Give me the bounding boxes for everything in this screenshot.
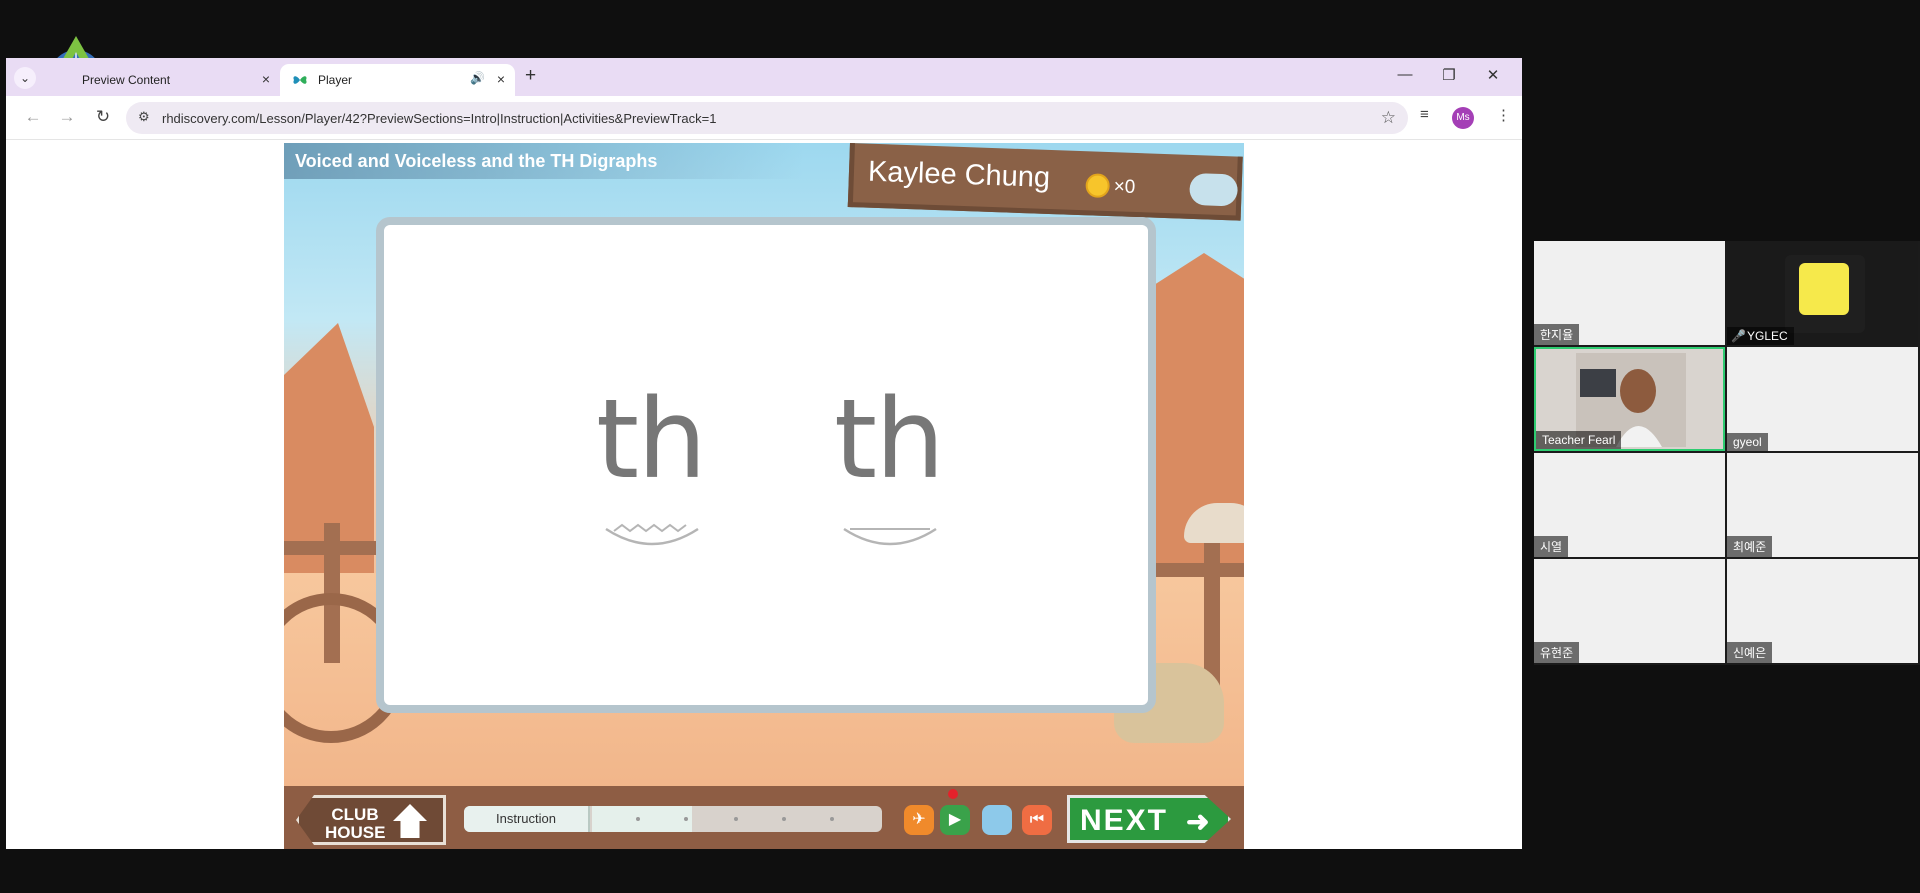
tab-title: Preview Content <box>82 73 171 87</box>
clubhouse-label: HOUSE <box>325 823 386 842</box>
tab-title: Player <box>318 73 353 87</box>
progress-section-label: Instruction <box>464 806 590 832</box>
profile-avatar[interactable]: Ms <box>1452 107 1474 129</box>
participant-tile[interactable]: gyeol <box>1727 347 1918 451</box>
video-call-panel: 한지율 YGLEC 🎤 Teacher Fearl gyeol 시열 최예준 유… <box>1534 241 1920 665</box>
bookmark-star-icon[interactable]: ☆ <box>1381 108 1396 128</box>
lesson-title-bar: Voiced and Voiceless and the TH Digraphs <box>284 143 804 179</box>
recording-indicator <box>948 789 958 799</box>
stop-button[interactable] <box>982 805 1012 835</box>
progress-fill <box>592 806 692 832</box>
participant-tile[interactable]: 유현준 <box>1534 559 1725 663</box>
site-info-icon[interactable]: ⚙ <box>138 109 150 125</box>
clubhouse-button[interactable]: CLUB HOUSE <box>296 795 446 845</box>
muted-mic-icon: 🎤 <box>1731 329 1746 343</box>
participant-name: 한지율 <box>1534 324 1580 345</box>
play-button[interactable]: ▶ <box>940 805 970 835</box>
coin-count: ×0 <box>1113 176 1136 198</box>
participant-name: Teacher Fearl <box>1536 431 1622 449</box>
tab-list-button[interactable]: ⌄ <box>14 67 36 89</box>
menu-kebab-icon[interactable]: ⋮ <box>1496 106 1511 124</box>
participant-name: 유현준 <box>1534 642 1580 663</box>
participant-tile[interactable]: 최예준 <box>1727 453 1918 557</box>
tab-player[interactable]: Player 🔊 × <box>280 64 515 96</box>
participant-tile[interactable]: 시열 <box>1534 453 1725 557</box>
address-bar[interactable]: ⚙ rhdiscovery.com/Lesson/Player/42?Previ… <box>126 102 1408 134</box>
forward-icon[interactable]: → <box>56 107 78 127</box>
digraph-voiced[interactable]: th <box>596 375 707 503</box>
media-control-icon[interactable]: ≡ <box>1420 106 1429 123</box>
participant-name: 시열 <box>1534 536 1569 557</box>
voiceless-line-icon <box>843 527 937 546</box>
avatar-badge-icon[interactable] <box>1189 172 1239 207</box>
student-name: Kaylee Chung <box>867 155 1051 194</box>
participant-name: 신예은 <box>1727 642 1773 663</box>
browser-toolbar: ← → ↻ ⚙ rhdiscovery.com/Lesson/Player/42… <box>6 96 1522 140</box>
reload-icon[interactable]: ↻ <box>92 107 114 127</box>
url-text[interactable]: rhdiscovery.com/Lesson/Player/42?Preview… <box>162 111 716 126</box>
browser-window: ⌄ Preview Content × Player 🔊 × + — ❐ ✕ ←… <box>6 58 1522 849</box>
participant-tile-active[interactable]: Teacher Fearl <box>1534 347 1725 451</box>
participant-name: gyeol <box>1727 433 1768 451</box>
next-label: NEXT <box>1080 804 1169 837</box>
progress-dot <box>830 817 834 821</box>
participant-name: 최예준 <box>1727 536 1773 557</box>
tab-bar: ⌄ Preview Content × Player 🔊 × + — ❐ ✕ <box>6 58 1522 96</box>
clubhouse-label: CLUB <box>331 805 379 824</box>
progress-dot <box>636 817 640 821</box>
section-progress-bar: Instruction <box>464 806 882 832</box>
digraph-voiceless[interactable]: th <box>834 375 945 503</box>
player-controls: CLUB HOUSE Instruction ✈ ▶ ⏮ NEXT ➜ <box>284 786 1244 849</box>
progress-dot <box>684 817 688 821</box>
back-icon[interactable]: ← <box>22 107 44 127</box>
next-button[interactable]: NEXT ➜ <box>1067 795 1231 843</box>
new-tab-button[interactable]: + <box>525 65 536 87</box>
coin-icon <box>1085 173 1111 199</box>
replay-bird-button[interactable]: ✈ <box>904 805 934 835</box>
butterfly-icon <box>293 76 307 84</box>
participant-tile[interactable]: 한지율 <box>1534 241 1725 345</box>
close-window-icon[interactable]: ✕ <box>1478 66 1508 84</box>
instruction-card: th th <box>376 217 1156 713</box>
tab-preview-content[interactable]: Preview Content × <box>44 64 280 96</box>
tab-close-icon[interactable]: × <box>262 71 270 87</box>
restore-icon[interactable]: ❐ <box>1434 66 1464 84</box>
lesson-player: Voiced and Voiceless and the TH Digraphs… <box>284 143 1244 849</box>
fence-rail <box>1154 563 1244 577</box>
progress-dot <box>782 817 786 821</box>
speaker-icon[interactable]: 🔊 <box>470 71 485 85</box>
voiced-zigzag-icon <box>605 523 699 546</box>
lesson-title: Voiced and Voiceless and the TH Digraphs <box>295 151 658 171</box>
arrow-right-icon: ➜ <box>1186 806 1212 837</box>
progress-dot <box>734 817 738 821</box>
participant-tile[interactable]: YGLEC 🎤 <box>1727 241 1918 345</box>
minimize-icon[interactable]: — <box>1390 66 1420 83</box>
spongebob-avatar <box>1785 255 1865 333</box>
restart-button[interactable]: ⏮ <box>1022 805 1052 835</box>
house-arrow-icon <box>393 804 427 838</box>
participant-tile[interactable]: 신예은 <box>1727 559 1918 663</box>
student-name-plate: Kaylee Chung ×0 <box>847 143 1243 221</box>
tab-close-icon[interactable]: × <box>497 71 505 87</box>
